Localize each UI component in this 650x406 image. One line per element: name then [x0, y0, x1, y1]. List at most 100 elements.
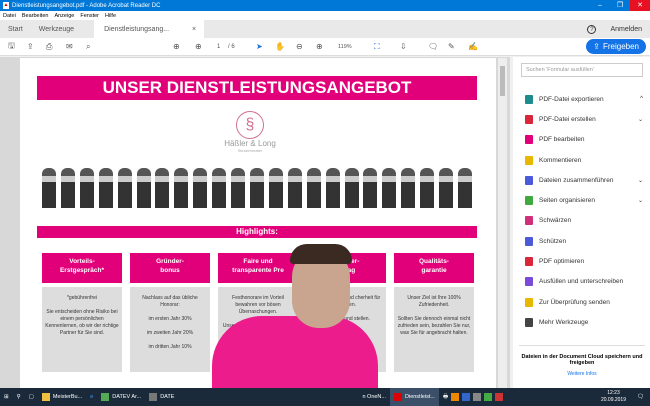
window-title: Dienstleistungsangebot.pdf - Adobe Acrob… [12, 2, 161, 9]
zoom-in-icon[interactable]: ⊕ [316, 42, 323, 51]
share-button[interactable]: ⇪ Freigeben [586, 39, 646, 54]
tool-label: Schwärzen [539, 217, 572, 225]
tab-start[interactable]: Start [0, 26, 31, 33]
highlights-heading: Highlights: [37, 226, 477, 238]
search-taskbar-icon[interactable]: ⚲ [13, 388, 25, 406]
menu-fenster[interactable]: Fenster [80, 13, 99, 19]
tool-item[interactable]: Zur Überprüfung senden [525, 292, 643, 312]
menu-datei[interactable]: Datei [3, 13, 16, 19]
tab-werkzeuge[interactable]: Werkzeuge [31, 26, 82, 33]
signin-button[interactable]: Anmelden [610, 26, 642, 33]
card-title: Gründer- bonus [130, 253, 210, 283]
tool-icon [525, 297, 533, 307]
page-total: / 6 [228, 43, 235, 50]
fit-page-icon[interactable]: ⛶ [374, 42, 380, 52]
tools-panel: Suchen 'Formular ausfüllen' PDF-Datei ex… [513, 57, 650, 388]
menu-anzeige[interactable]: Anzeige [54, 13, 74, 19]
minimize-button[interactable]: – [590, 0, 610, 11]
clock-time: 12:23 [607, 390, 620, 396]
help-icon[interactable]: ? [587, 24, 597, 34]
page-up-icon[interactable]: ⊕ [173, 42, 180, 51]
tool-icon [525, 175, 533, 185]
page-number-input[interactable]: 1 [217, 44, 220, 50]
tab-close-icon[interactable]: × [192, 26, 196, 33]
tool-icon [525, 257, 533, 267]
logo-sub: Steuerberater [237, 148, 263, 153]
vertical-scrollbar[interactable] [498, 58, 507, 388]
taskbar-app[interactable]: DATE [145, 388, 178, 406]
save-icon[interactable]: 🖫 [8, 40, 15, 54]
card-title: Qualitäts- garantie [394, 253, 474, 283]
zoom-out-icon[interactable]: ⊖ [296, 42, 303, 51]
tool-icon [525, 135, 533, 145]
scrollbar-thumb[interactable] [500, 66, 505, 96]
menu-bar: Datei Bearbeiten Anzeige Fenster Hilfe [0, 11, 650, 20]
taskbar-app-label: DATE [160, 394, 175, 400]
tab-document[interactable]: Dienstleistungsang... × [94, 20, 205, 38]
highlight-card: Vorteils- Erstgespräch* *gebührenfrei Sie… [42, 253, 122, 372]
tool-item[interactable]: Schwärzen [525, 211, 643, 231]
card-title: Faire und transparente Pre [218, 253, 298, 283]
tool-label: PDF bearbeiten [539, 136, 585, 144]
tool-item[interactable]: Seiten organisieren ⌄ [525, 190, 643, 210]
tool-item[interactable]: Dateien zusammenführen ⌄ [525, 170, 643, 190]
sign-icon[interactable]: ✍ [468, 42, 478, 51]
comment-icon[interactable]: 🗨 [428, 42, 438, 51]
highlight-pen-icon[interactable]: ✎ [448, 42, 455, 51]
more-info-link[interactable]: Weitere Infos [519, 371, 645, 377]
folder-icon [41, 393, 50, 401]
share-icon: ⇪ [593, 42, 600, 51]
chevron-icon[interactable]: ⌄ [638, 177, 643, 184]
taskbar-app-label: n OneN... [362, 394, 386, 400]
tool-item[interactable]: PDF bearbeiten [525, 130, 643, 150]
print-icon[interactable]: ⎙ [46, 42, 52, 52]
zoom-select[interactable]: 119% [338, 44, 352, 50]
document-area: UNSER DIENSTLEISTUNGSANGEBOT § Häßler & … [0, 57, 510, 388]
share-label: Freigeben [602, 42, 639, 51]
taskbar-app[interactable]: n OneN... [358, 388, 390, 406]
tool-icon [525, 94, 533, 104]
chevron-icon[interactable]: ^ [640, 96, 643, 102]
card-body: Festhonorare im Vorteil bewahren vor bös… [218, 287, 298, 372]
maximize-button[interactable]: ❐ [610, 0, 630, 11]
scroll-mode-icon[interactable]: ⇩ [400, 42, 407, 51]
taskbar-app-label: Dienstleist... [405, 394, 435, 400]
tray-icons[interactable]: 🖶 [439, 388, 507, 406]
taskbar-app-label: DATEV Ar... [112, 394, 142, 400]
tool-item[interactable]: PDF optimieren [525, 251, 643, 271]
edge-icon[interactable]: e [86, 388, 97, 406]
taskbar-app[interactable]: DATEV Ar... [97, 388, 145, 406]
card-title: Vorteils- Erstgespräch* [42, 253, 122, 283]
clock[interactable]: 12:23 20.09.2019 [601, 390, 626, 404]
hand-icon[interactable]: ✋ [275, 42, 285, 51]
search-icon[interactable]: ⌕ [86, 42, 90, 52]
notification-icon[interactable]: 🗨 [637, 394, 644, 400]
tool-item[interactable]: Kommentieren [525, 150, 643, 170]
email-icon[interactable]: ✉ [66, 42, 73, 51]
tool-item[interactable]: PDF-Datei erstellen ⌄ [525, 109, 643, 129]
menu-hilfe[interactable]: Hilfe [105, 13, 116, 19]
menu-bearbeiten[interactable]: Bearbeiten [22, 13, 49, 19]
start-icon[interactable]: ⊞ [0, 388, 13, 406]
close-button[interactable]: ✕ [630, 0, 650, 11]
chevron-icon[interactable]: ⌄ [638, 116, 643, 123]
taskbar-app[interactable]: MeisterBu... [38, 388, 86, 406]
highlight-card: Faire und transparente Pre Festhonorare i… [218, 253, 298, 372]
acrobat-icon: ▲ [3, 2, 9, 9]
tool-item[interactable]: Mehr Werkzeuge [525, 312, 643, 332]
tool-label: Seiten organisieren [539, 197, 596, 205]
tool-label: Zur Überprüfung senden [539, 298, 610, 306]
tool-item[interactable]: Schützen [525, 231, 643, 251]
logo-name: Häßler & Long [224, 139, 276, 148]
tool-item[interactable]: Ausfüllen und unterschreiben [525, 272, 643, 292]
tools-search-input[interactable]: Suchen 'Formular ausfüllen' [521, 63, 643, 77]
task-view-icon[interactable]: ▢ [25, 388, 38, 406]
upload-icon[interactable]: ⇪ [27, 42, 34, 51]
tool-item[interactable]: PDF-Datei exportieren ^ [525, 89, 643, 109]
chevron-icon[interactable]: ⌄ [638, 197, 643, 204]
tool-icon [525, 277, 533, 287]
page-down-icon[interactable]: ⊕ [195, 42, 202, 51]
card-title: rberater- ertrag [306, 253, 386, 283]
taskbar-app[interactable]: Dienstleist... [390, 388, 439, 406]
select-cursor-icon[interactable]: ➤ [256, 42, 263, 51]
